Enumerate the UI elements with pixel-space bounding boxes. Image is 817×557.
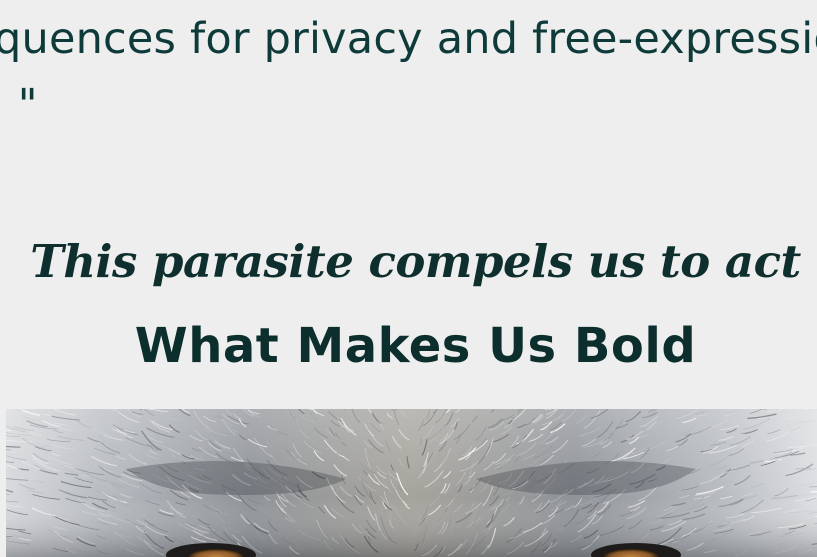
hero-image-wolf — [6, 409, 817, 557]
section-heading: What Makes Us Bold — [134, 318, 697, 374]
wolf-fur-illustration — [6, 409, 817, 557]
quote-text-line-2: . " — [0, 80, 38, 130]
article-page: quences for privacy and free-expressio .… — [0, 0, 817, 557]
section-subheading: This parasite compels us to act — [30, 235, 801, 288]
quote-text-line-1: quences for privacy and free-expressio — [0, 14, 817, 64]
